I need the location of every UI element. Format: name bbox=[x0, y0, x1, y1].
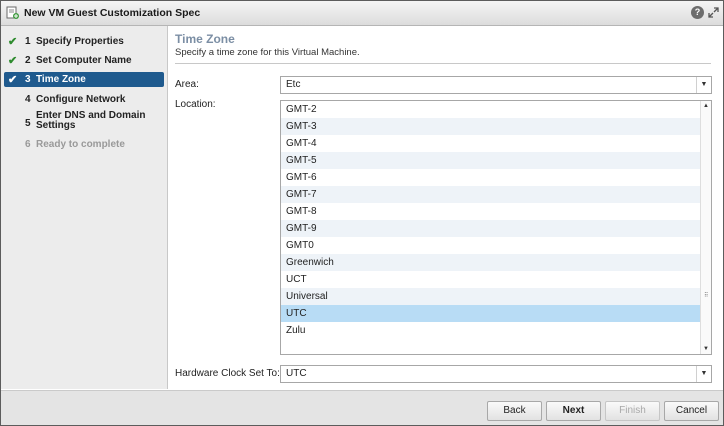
page-subtitle: Specify a time zone for this Virtual Mac… bbox=[175, 47, 360, 58]
step-label: Time Zone bbox=[36, 74, 86, 85]
wizard-window: New VM Guest Customization Spec ? ✔ 1 Sp… bbox=[0, 0, 724, 426]
next-button[interactable]: Next bbox=[546, 401, 601, 421]
divider bbox=[175, 63, 711, 64]
hw-clock-label: Hardware Clock Set To: bbox=[175, 368, 280, 379]
back-button[interactable]: Back bbox=[487, 401, 542, 421]
area-value: Etc bbox=[286, 79, 301, 90]
check-icon: ✔ bbox=[8, 55, 18, 67]
step-label: Configure Network bbox=[36, 94, 126, 105]
scroll-up-icon[interactable]: ▲ bbox=[701, 101, 711, 111]
wizard-footer: Back Next Finish Cancel bbox=[1, 390, 723, 425]
list-item[interactable]: GMT-4 bbox=[281, 135, 701, 152]
finish-button: Finish bbox=[605, 401, 660, 421]
step-number: 2 bbox=[25, 55, 31, 66]
step-label: Ready to complete bbox=[36, 139, 125, 150]
step-dns-domain-settings[interactable]: 5 Enter DNS and Domain Settings bbox=[4, 110, 164, 136]
window-title: New VM Guest Customization Spec bbox=[24, 7, 201, 19]
scroll-grip-icon[interactable]: ⠿ bbox=[704, 292, 708, 299]
step-specify-properties[interactable]: ✔ 1 Specify Properties bbox=[4, 34, 164, 49]
hw-clock-dropdown[interactable]: UTC ▼ bbox=[280, 365, 712, 383]
list-item[interactable]: Greenwich bbox=[281, 254, 701, 271]
maximize-icon[interactable] bbox=[708, 7, 719, 18]
step-label: Set Computer Name bbox=[36, 55, 132, 66]
step-configure-network[interactable]: 4 Configure Network bbox=[4, 92, 164, 107]
list-item[interactable]: GMT-9 bbox=[281, 220, 701, 237]
step-number: 1 bbox=[25, 36, 31, 47]
new-spec-icon bbox=[6, 6, 19, 19]
wizard-steps-sidebar: ✔ 1 Specify Properties ✔ 2 Set Computer … bbox=[1, 26, 168, 389]
step-number: 3 bbox=[25, 74, 31, 85]
list-item[interactable]: GMT-5 bbox=[281, 152, 701, 169]
area-dropdown[interactable]: Etc ▼ bbox=[280, 76, 712, 94]
cancel-button[interactable]: Cancel bbox=[664, 401, 719, 421]
help-icon[interactable]: ? bbox=[691, 6, 704, 19]
step-time-zone[interactable]: ✔ 3 Time Zone bbox=[4, 72, 164, 87]
check-icon: ✔ bbox=[8, 74, 18, 86]
step-number: 5 bbox=[25, 118, 31, 129]
list-item[interactable]: GMT-7 bbox=[281, 186, 701, 203]
list-item[interactable]: Universal bbox=[281, 288, 701, 305]
location-listbox[interactable]: GMT-2 GMT-3 GMT-4 GMT-5 GMT-6 GMT-7 GMT-… bbox=[280, 100, 712, 355]
list-item-selected[interactable]: UTC bbox=[281, 305, 701, 322]
location-label: Location: bbox=[175, 99, 216, 110]
check-icon: ✔ bbox=[8, 36, 18, 48]
list-item[interactable]: GMT-2 bbox=[281, 101, 701, 118]
step-label: Enter DNS and Domain Settings bbox=[36, 110, 146, 131]
list-item[interactable]: GMT0 bbox=[281, 237, 701, 254]
list-item[interactable]: GMT-8 bbox=[281, 203, 701, 220]
area-label: Area: bbox=[175, 79, 199, 90]
main-content: Time Zone Specify a time zone for this V… bbox=[168, 26, 723, 389]
step-label: Specify Properties bbox=[36, 36, 124, 47]
step-set-computer-name[interactable]: ✔ 2 Set Computer Name bbox=[4, 53, 164, 68]
chevron-down-icon[interactable]: ▼ bbox=[696, 77, 711, 93]
list-item[interactable]: UCT bbox=[281, 271, 701, 288]
hw-clock-value: UTC bbox=[286, 368, 307, 379]
page-title: Time Zone bbox=[175, 32, 235, 46]
step-number: 6 bbox=[25, 139, 31, 150]
location-scrollbar[interactable]: ▲ ⠿ ▼ bbox=[700, 101, 711, 354]
step-number: 4 bbox=[25, 94, 31, 105]
chevron-down-icon[interactable]: ▼ bbox=[696, 366, 711, 382]
title-bar: New VM Guest Customization Spec ? bbox=[1, 1, 723, 26]
list-item[interactable]: GMT-3 bbox=[281, 118, 701, 135]
list-item[interactable]: GMT-6 bbox=[281, 169, 701, 186]
scroll-down-icon[interactable]: ▼ bbox=[701, 344, 711, 354]
list-item[interactable]: Zulu bbox=[281, 322, 701, 339]
step-ready-to-complete: 6 Ready to complete bbox=[4, 137, 164, 152]
